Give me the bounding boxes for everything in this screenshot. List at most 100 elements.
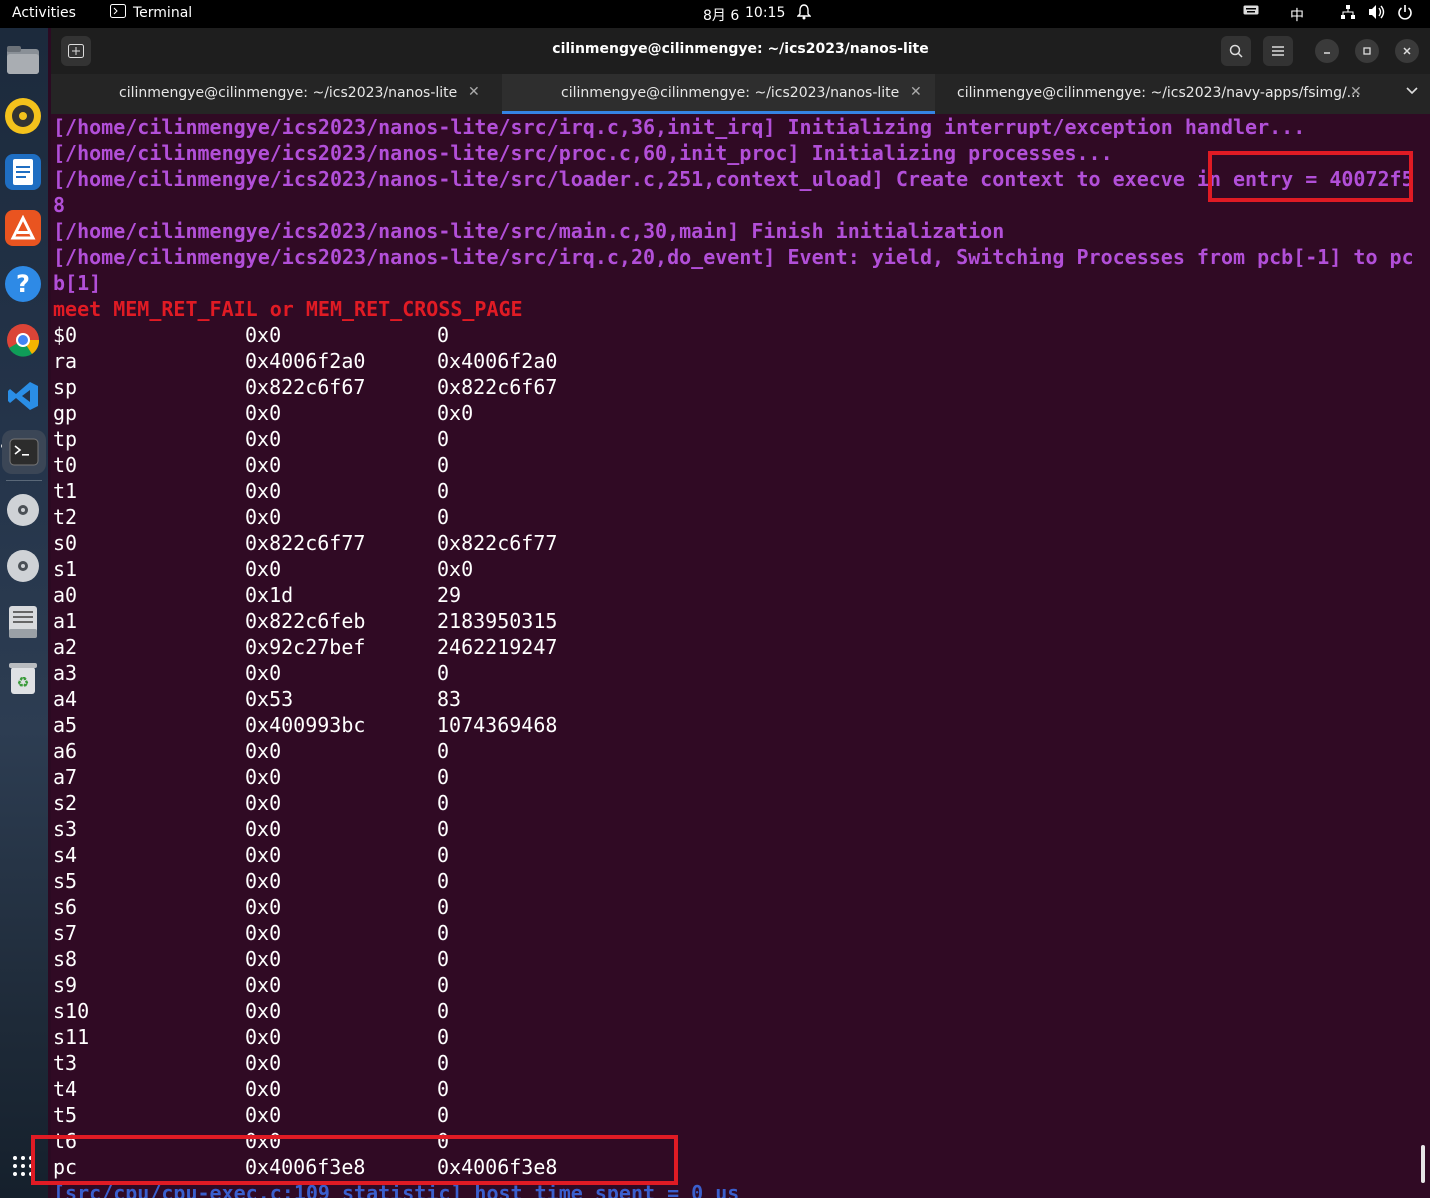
drive-icon[interactable] [5,604,41,640]
register-hex: 0x4006f2a0 [245,349,366,373]
software-icon[interactable] [5,210,41,246]
error-line: meet MEM_RET_FAIL or MEM_RET_CROSS_PAGE [53,297,523,321]
register-name: a5 [53,713,78,737]
search-button[interactable] [1221,36,1251,66]
register-name: t2 [53,505,78,529]
minimize-button[interactable] [1315,39,1339,63]
tab-3[interactable]: cilinmengye@cilinmengye: ~/ics2023/navy-… [938,74,1378,114]
chevron-down-icon[interactable] [1406,84,1418,99]
register-value: 0x4006f2a0 [437,349,558,373]
register-hex: 0x0 [245,947,282,971]
register-value: 0 [437,843,450,867]
writer-icon[interactable] [5,154,41,190]
keyboard-icon[interactable] [1243,4,1259,20]
register-value: 0 [437,479,450,503]
register-name: s11 [53,1025,90,1049]
register-value: 0 [437,895,450,919]
register-name: s10 [53,999,90,1023]
close-tab-icon[interactable]: ✕ [468,84,480,100]
register-value: 0 [437,999,450,1023]
volume-icon[interactable] [1368,4,1386,24]
register-hex: 0x0 [245,1077,282,1101]
register-value: 0 [437,427,450,451]
register-name: a0 [53,583,78,607]
close-tab-icon[interactable]: ✕ [1350,84,1362,100]
register-name: s7 [53,921,78,945]
register-name: a1 [53,609,78,633]
entry-highlight-box [1208,151,1413,202]
register-hex: 0x0 [245,661,282,685]
register-value: 0 [437,973,450,997]
disc-icon[interactable] [5,492,41,528]
register-name: t0 [53,453,78,477]
register-value: 29 [437,583,462,607]
close-button[interactable] [1395,39,1419,63]
clock-date[interactable]: 8月 6 [703,5,739,25]
help-icon[interactable]: ? [5,266,41,302]
trash-icon[interactable]: ♻ [5,660,41,696]
dock-separator [6,480,42,481]
dock: ? ♻ [0,28,48,1198]
register-value: 0 [437,791,450,815]
register-name: a3 [53,661,78,685]
register-hex: 0x0 [245,557,282,581]
register-value: 0x822c6f77 [437,531,558,555]
register-name: t3 [53,1051,78,1075]
register-name: s1 [53,557,78,581]
register-hex: 0x0 [245,895,282,919]
register-value: 0 [437,505,450,529]
register-hex: 0x0 [245,765,282,789]
activities-button[interactable]: Activities [12,5,76,21]
close-tab-icon[interactable]: ✕ [910,84,922,100]
clock-time[interactable]: 10:15 [745,5,785,21]
register-hex: 0x822c6f67 [245,375,366,399]
svg-text:♻: ♻ [17,675,30,691]
input-method-indicator[interactable]: 中 [1290,5,1304,25]
register-name: t5 [53,1103,78,1127]
register-hex: 0x822c6f77 [245,531,366,555]
register-name: s0 [53,531,78,555]
register-hex: 0x0 [245,921,282,945]
register-value: 0 [437,1025,450,1049]
menu-button[interactable] [1263,36,1293,66]
tab-label: cilinmengye@cilinmengye: ~/ics2023/nanos… [119,85,458,101]
register-name: a6 [53,739,78,763]
terminal-dock-icon[interactable] [2,430,46,474]
register-hex: 0x0 [245,739,282,763]
register-name: t1 [53,479,78,503]
tab-label: cilinmengye@cilinmengye: ~/ics2023/nanos… [561,85,900,101]
terminal-output[interactable]: [/home/cilinmengye/ics2023/nanos-lite/sr… [51,114,1423,1198]
files-icon[interactable] [5,42,41,78]
network-icon[interactable] [1340,4,1356,24]
scrollbar[interactable] [1421,1145,1425,1183]
maximize-button[interactable] [1355,39,1379,63]
register-hex: 0x0 [245,1103,282,1127]
register-value: 0 [437,817,450,841]
rhythmbox-icon[interactable] [5,98,41,134]
register-value: 0 [437,739,450,763]
power-icon[interactable] [1397,4,1413,24]
register-value: 1074369468 [437,713,558,737]
register-hex: 0x0 [245,999,282,1023]
header-bar: cilinmengye@cilinmengye: ~/ics2023/nanos… [51,28,1430,74]
register-name: a7 [53,765,78,789]
register-value: 0x0 [437,401,474,425]
register-hex: 0x0 [245,791,282,815]
disc-icon-2[interactable] [5,548,41,584]
register-hex: 0x400993bc [245,713,366,737]
tab-label: cilinmengye@cilinmengye: ~/ics2023/navy-… [957,85,1361,101]
app-menu[interactable]: Terminal [133,5,192,21]
vscode-icon[interactable] [5,378,41,414]
register-hex: 0x0 [245,453,282,477]
tab-1[interactable]: cilinmengye@cilinmengye: ~/ics2023/nanos… [51,74,499,114]
register-hex: 0x822c6feb [245,609,366,633]
tab-2[interactable]: cilinmengye@cilinmengye: ~/ics2023/nanos… [502,74,935,114]
pc-highlight-box [31,1135,678,1185]
register-name: ra [53,349,78,373]
register-hex: 0x0 [245,1025,282,1049]
register-hex: 0x0 [245,505,282,529]
register-value: 0 [437,1051,450,1075]
register-value: 0 [437,661,450,685]
chrome-icon[interactable] [5,322,41,358]
register-value: 0x0 [437,557,474,581]
